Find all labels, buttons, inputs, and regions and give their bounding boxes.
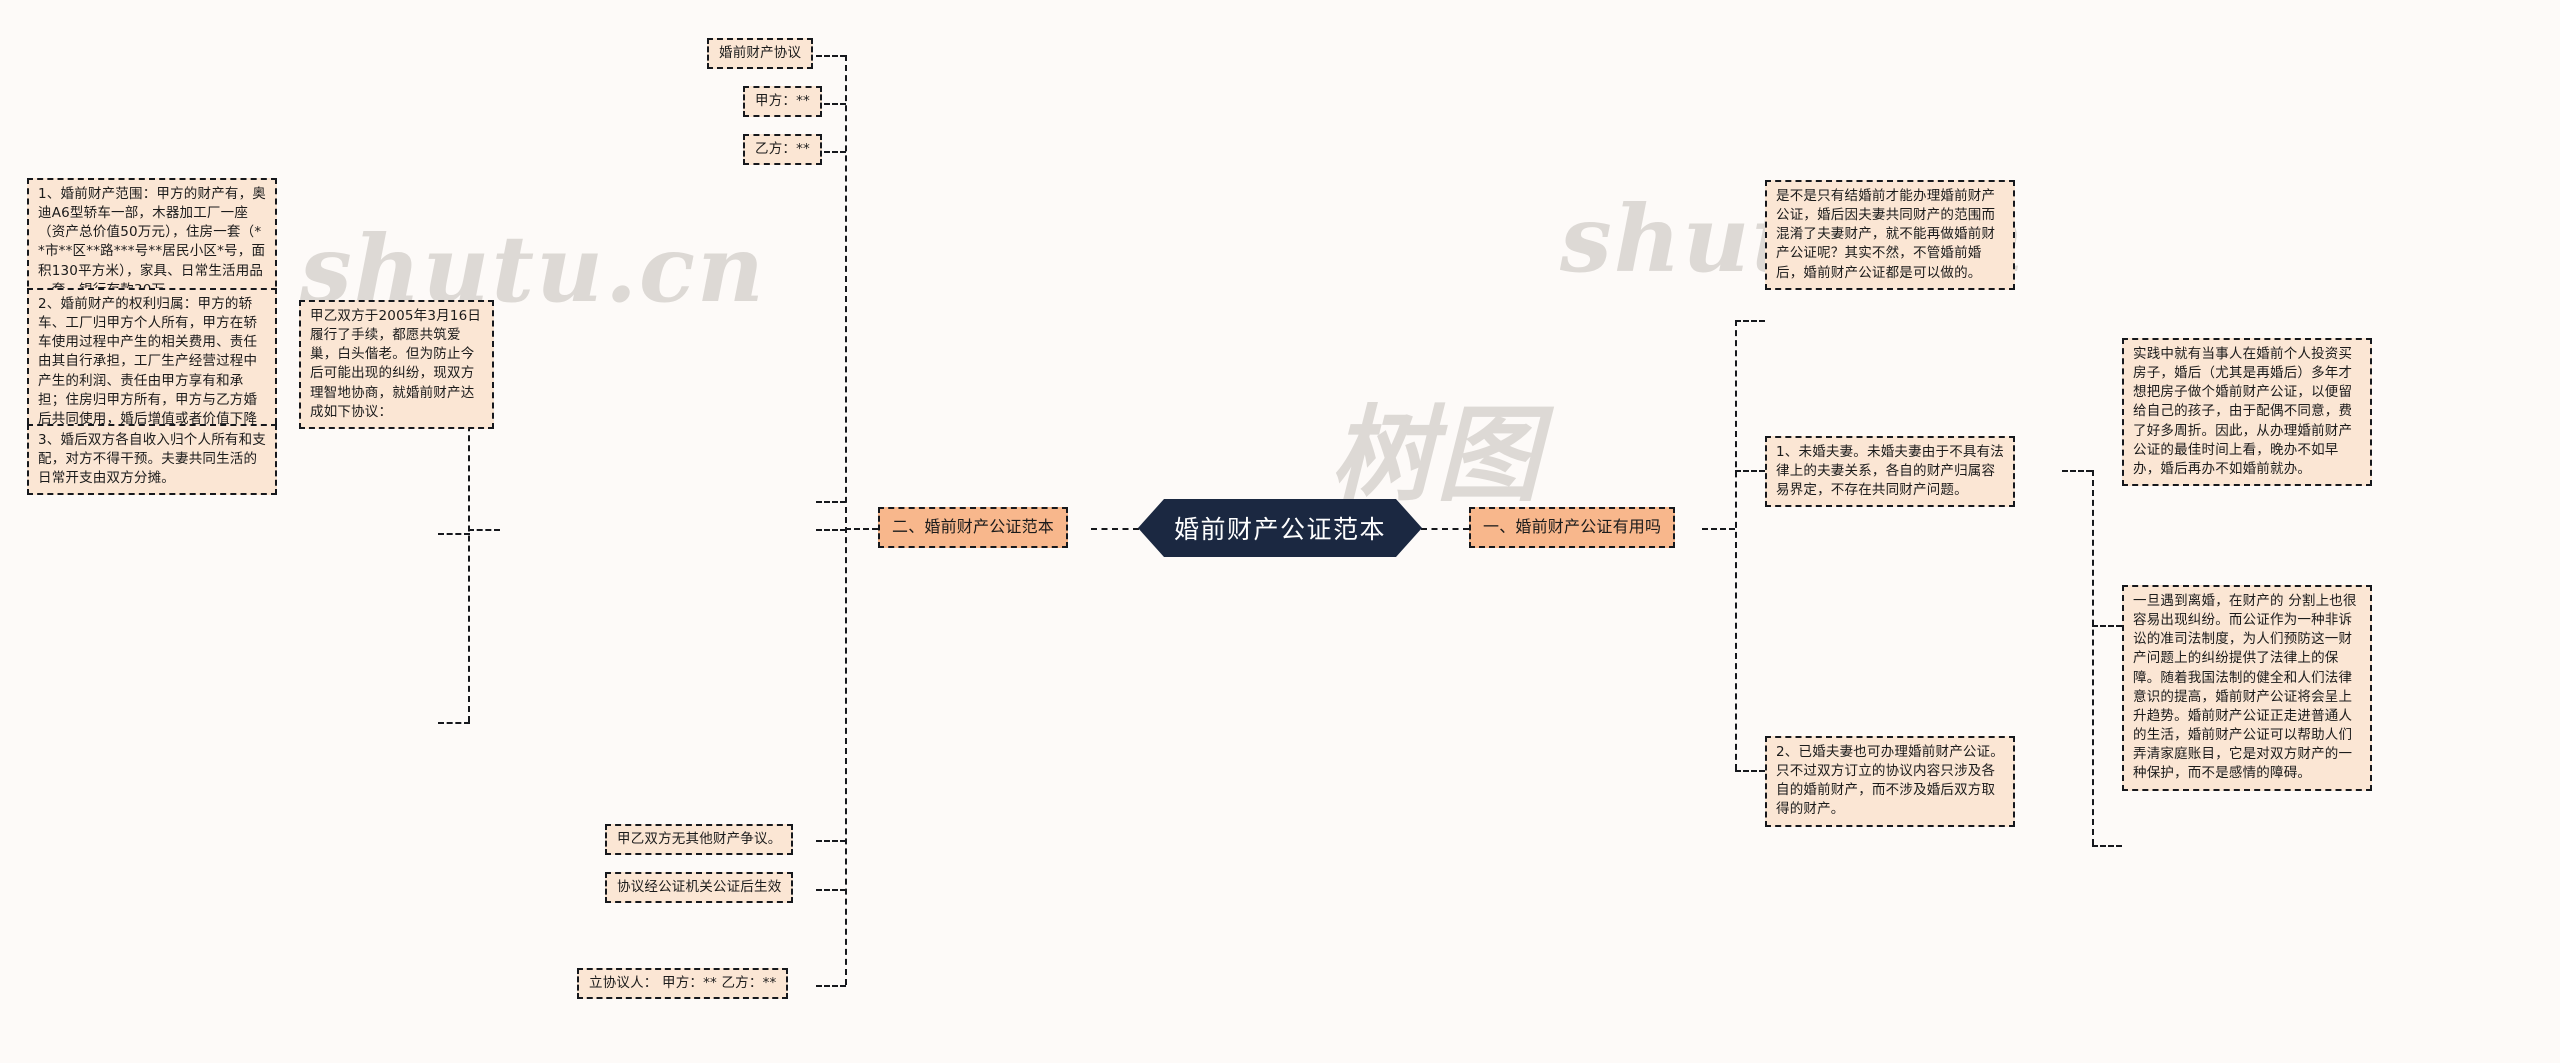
mindmap-canvas: shutu.cn shutu.cn 树图 婚前财产公证范本 二、婚前财产公证范本… <box>0 0 2560 1063</box>
connector-root-to-right-branch <box>1421 528 1469 530</box>
node-divorce-protection-text: 一旦遇到离婚，在财产的 分割上也很容易出现纠纷。而公证作为一种非诉讼的准司法制度… <box>2133 593 2357 782</box>
node-agreement-title[interactable]: 婚前财产协议 <box>707 38 814 70</box>
connector-left-preamble-stub <box>468 529 500 531</box>
node-divorce-protection[interactable]: 一旦遇到离婚，在财产的 分割上也很容易出现纠纷。而公证作为一种非诉讼的准司法制度… <box>2122 585 2372 791</box>
node-married-couples-text: 2、已婚夫妻也可办理婚前财产公证。只不过双方订立的协议内容只涉及各自的婚前财产，… <box>1776 744 2004 818</box>
connector-right-trunk <box>1735 320 1737 770</box>
node-party-a-text: 甲方：** <box>755 93 810 109</box>
node-effective-clause[interactable]: 协议经公证机关公证后生效 <box>605 872 794 904</box>
node-unmarried-couples[interactable]: 1、未婚夫妻。未婚夫妻由于不具有法律上的夫妻关系，各自的财产归属容易界定，不存在… <box>1765 436 2015 508</box>
node-effective-clause-text: 协议经公证机关公证后生效 <box>617 879 782 895</box>
branch-node-left[interactable]: 二、婚前财产公证范本 <box>878 507 1069 548</box>
watermark-center: 树图 <box>1330 393 1543 516</box>
root-node[interactable]: 婚前财产公证范本 <box>1138 499 1422 557</box>
node-preamble-text: 甲乙双方于2005年3月16日履行了手续，都愿共筑爱巢，白头偕老。但为防止今后可… <box>310 308 482 420</box>
node-preamble[interactable]: 甲乙双方于2005年3月16日履行了手续，都愿共筑爱巢，白头偕老。但为防止今后可… <box>299 300 494 429</box>
branch-node-right-label: 一、婚前财产公证有用吗 <box>1483 517 1662 536</box>
connector-right-sub-1 <box>2092 625 2122 627</box>
connector-left-child-7 <box>816 889 846 891</box>
node-party-b-text: 乙方：** <box>755 141 810 157</box>
node-married-couples[interactable]: 2、已婚夫妻也可办理婚前财产公证。只不过双方订立的协议内容只涉及各自的婚前财产，… <box>1765 736 2015 827</box>
root-node-label: 婚前财产公证范本 <box>1173 515 1386 544</box>
connector-right-sub-2 <box>2092 845 2122 847</box>
node-practice-example-text: 实践中就有当事人在婚前个人投资买房子，婚后（尤其是再婚后）多年才想把房子做个婚前… <box>2133 346 2353 477</box>
connector-left-child-4 <box>816 529 846 531</box>
connector-right-sub-stub <box>2062 470 2092 472</box>
connector-left-child-6 <box>816 840 846 842</box>
branch-node-left-label: 二、婚前财产公证范本 <box>892 517 1055 536</box>
connector-left-child-8 <box>816 985 846 987</box>
connector-right-child-2 <box>1735 470 1765 472</box>
node-post-marriage-income[interactable]: 3、婚后双方各自收入归个人所有和支配，对方不得干预。夫妻共同生活的日常开支由双方… <box>27 424 277 496</box>
connector-left-child-5 <box>816 501 846 503</box>
connector-left-child-1 <box>816 55 846 57</box>
connector-right-child-1 <box>1735 320 1765 322</box>
node-post-marriage-income-text: 3、婚后双方各自收入归个人所有和支配，对方不得干预。夫妻共同生活的日常开支由双方… <box>38 432 266 487</box>
node-practice-example[interactable]: 实践中就有当事人在婚前个人投资买房子，婚后（尤其是再婚后）多年才想把房子做个婚前… <box>2122 338 2372 487</box>
connector-left-trunk <box>845 55 847 985</box>
node-agreement-title-text: 婚前财产协议 <box>719 45 802 61</box>
connector-root-to-left-branch <box>1091 528 1139 530</box>
node-notarization-question[interactable]: 是不是只有结婚前才能办理婚前财产公证，婚后因夫妻共同财产的范围而混淆了夫妻财产，… <box>1765 180 2015 290</box>
connector-left-sub-3 <box>438 722 470 724</box>
node-signers[interactable]: 立协议人： 甲方：** 乙方：** <box>577 968 789 1000</box>
node-signers-text: 立协议人： 甲方：** 乙方：** <box>589 975 777 991</box>
connector-left-branch-stub <box>845 528 878 530</box>
node-property-scope-text: 1、婚前财产范围：甲方的财产有，奥迪A6型轿车一部，木器加工厂一座（资产总价值5… <box>38 186 266 298</box>
node-party-a[interactable]: 甲方：** <box>743 86 822 118</box>
branch-node-right[interactable]: 一、婚前财产公证有用吗 <box>1469 507 1676 548</box>
node-notarization-question-text: 是不是只有结婚前才能办理婚前财产公证，婚后因夫妻共同财产的范围而混淆了夫妻财产，… <box>1776 188 1996 281</box>
connector-right-subtrunk <box>2092 470 2094 845</box>
connector-right-branch-stub <box>1702 528 1735 530</box>
node-no-dispute-text: 甲乙双方无其他财产争议。 <box>617 831 782 847</box>
node-party-b[interactable]: 乙方：** <box>743 134 822 166</box>
connector-left-sub-2 <box>438 533 470 535</box>
connector-right-child-3 <box>1735 770 1765 772</box>
node-unmarried-couples-text: 1、未婚夫妻。未婚夫妻由于不具有法律上的夫妻关系，各自的财产归属容易界定，不存在… <box>1776 444 2004 499</box>
node-no-dispute[interactable]: 甲乙双方无其他财产争议。 <box>605 824 794 856</box>
